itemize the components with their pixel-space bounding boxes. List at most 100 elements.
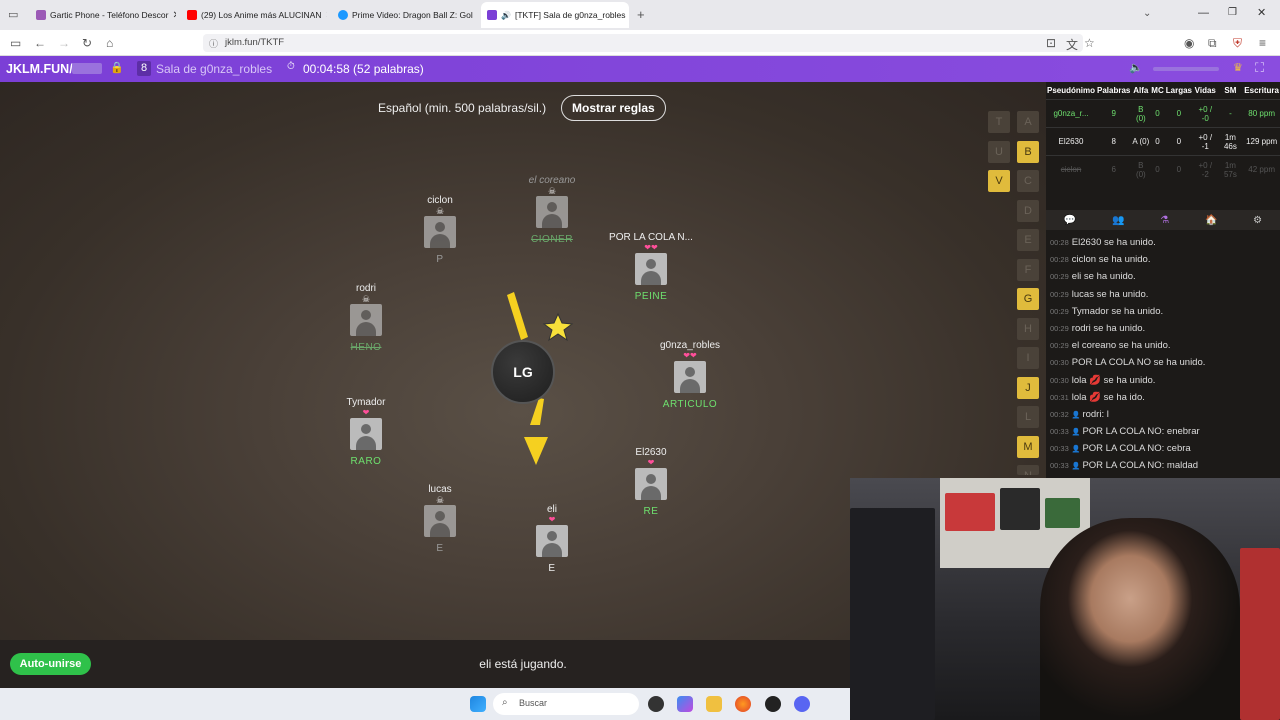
windows-start-icon[interactable] <box>470 696 486 712</box>
youtube-favicon-icon <box>187 10 197 20</box>
minimize-button[interactable]: — <box>1198 7 1209 19</box>
home-icon[interactable]: ⌂ <box>106 36 113 50</box>
avatar <box>674 361 706 393</box>
sidebar-toggle-icon[interactable]: ▭ <box>10 36 21 50</box>
url-field[interactable]: ⓘ jklm.fun/TKTF <box>203 34 1083 52</box>
bomb-syllable: LG <box>491 340 555 404</box>
show-rules-button[interactable]: Mostrar reglas <box>561 95 666 121</box>
browser-tab-prime[interactable]: Prime Video: Dragon Ball Z: Gol ✕ <box>332 4 478 26</box>
cell: 0 <box>1164 155 1193 184</box>
chat-message: 00:32 👤 rodri: l <box>1046 406 1280 423</box>
lock-icon[interactable]: 🔒 <box>110 61 124 74</box>
side-panel: Pseudónimo Palabras Alfa MC Largas Vidas… <box>1046 82 1280 478</box>
app-icon[interactable] <box>648 696 664 712</box>
room-tab-icon[interactable]: 🏠 <box>1205 215 1217 226</box>
chat-timestamp: 00:28 <box>1050 238 1069 247</box>
lives-hearts: ❤ <box>548 515 556 524</box>
syllable-text: LG <box>513 364 533 380</box>
chat-text: El2630 se ha unido. <box>1071 237 1156 248</box>
chat-text: lola 💋 se ha ido. <box>1071 391 1145 403</box>
col-header[interactable]: Palabras <box>1096 82 1131 100</box>
player-word: PEINE <box>634 291 668 302</box>
bonus-letter: T <box>988 111 1010 133</box>
browser-tab-jklm[interactable]: 🔊 [TKTF] Sala de g0nza_robles ✕ <box>481 2 629 28</box>
file-explorer-icon[interactable] <box>706 696 722 712</box>
account-icon[interactable]: ◉ <box>1184 36 1194 50</box>
chat-text: POR LA COLA NO: cebra <box>1082 443 1191 455</box>
player-count-badge: 8 <box>137 61 151 76</box>
forward-button[interactable]: → <box>58 36 70 50</box>
player-word: HENO <box>350 342 382 353</box>
chat-text: ciclon se ha unido. <box>1071 254 1151 266</box>
reader-view-icon[interactable]: ⊡ <box>1046 36 1056 50</box>
new-tab-button[interactable]: + <box>637 7 645 22</box>
user-icon: 👤 <box>1071 411 1083 419</box>
chat-tab-icon[interactable]: 💬 <box>1064 215 1076 226</box>
cell: 42 ppm <box>1243 155 1280 184</box>
game-timer: 00:04:58 (52 palabras) <box>303 62 424 76</box>
url-text: jklm.fun/TKTF <box>225 37 285 48</box>
taskbar-search[interactable]: ⌕ Buscar <box>493 693 639 715</box>
site-logo[interactable]: JKLM.FUN/ <box>6 62 73 76</box>
col-header[interactable]: Pseudónimo <box>1046 82 1096 100</box>
scoreboard-table: Pseudónimo Palabras Alfa MC Largas Vidas… <box>1046 82 1280 184</box>
back-button[interactable]: ← <box>34 36 46 50</box>
chat-timestamp: 00:29 <box>1050 306 1069 316</box>
volume-icon[interactable]: 🔈 <box>1129 61 1143 74</box>
ublock-shield-icon[interactable]: ⛨ <box>1233 36 1242 51</box>
players-tab-icon[interactable]: 👥 <box>1112 215 1124 226</box>
chat-timestamp: 00:30 <box>1050 358 1069 368</box>
maximize-button[interactable]: ❐ <box>1228 7 1237 18</box>
col-header[interactable]: Largas <box>1165 82 1193 100</box>
chat-text: POR LA COLA NO: enebrar <box>1082 426 1200 438</box>
chat-text: lola 💋 se ha unido. <box>1071 374 1156 386</box>
player-word: ARTICULO <box>662 399 718 410</box>
col-header[interactable]: MC <box>1150 82 1164 100</box>
col-header[interactable]: Vidas <box>1193 82 1218 100</box>
chat-message: 00:29 rodri se ha unido. <box>1046 320 1280 337</box>
rules-tab-icon[interactable]: ⚗ <box>1160 215 1169 226</box>
chat-timestamp: 00:29 <box>1050 323 1069 333</box>
cell: El2630 <box>1046 127 1097 156</box>
menu-icon[interactable]: ≡ <box>1259 36 1266 50</box>
cell: 0 <box>1164 127 1193 156</box>
fullscreen-icon[interactable]: ⛶ <box>1255 60 1264 76</box>
close-window-button[interactable]: ✕ <box>1257 6 1266 19</box>
address-toolbar: ▭ ← → ↻ ⌂ ⓘ jklm.fun/TKTF ⊡ 文 ☆ ◉ ⧉ ⛨ ≡ <box>0 30 1280 56</box>
player-word: RARO <box>350 456 382 467</box>
browser-tab-youtube[interactable]: (29) Los Anime más ALUCINAN ✕ <box>181 4 327 26</box>
browser-tab-gartic[interactable]: Gartic Phone - Teléfono Descor ✕ <box>30 4 176 26</box>
volume-slider[interactable] <box>1153 67 1219 71</box>
close-icon[interactable]: ✕ <box>172 10 176 21</box>
bookmark-star-icon[interactable]: ☆ <box>1084 36 1095 50</box>
chat-text: eli se ha unido. <box>1071 271 1136 283</box>
tab-label: [TKTF] Sala de g0nza_robles <box>514 10 626 20</box>
chat-text: lucas se ha unido. <box>1071 288 1149 300</box>
translate-icon[interactable]: 文 <box>1066 36 1078 53</box>
tab-overview-icon[interactable]: ▭ <box>8 8 18 21</box>
firefox-icon[interactable] <box>735 696 751 712</box>
stopwatch-icon: ⏱ <box>287 61 295 72</box>
copilot-icon[interactable] <box>677 696 693 712</box>
lives-hearts: ❤ <box>647 458 655 467</box>
settings-gear-icon[interactable]: ⚙ <box>1253 215 1262 226</box>
bonus-letter: E <box>1017 229 1039 251</box>
col-header[interactable]: Escritura <box>1243 82 1280 100</box>
tab-list-chevron-icon[interactable]: ⌄ <box>1143 8 1151 19</box>
extensions-icon[interactable]: ⧉ <box>1208 36 1217 51</box>
col-header[interactable]: SM <box>1218 82 1244 100</box>
col-header[interactable]: Alfa <box>1131 82 1150 100</box>
reload-button[interactable]: ↻ <box>82 36 92 50</box>
chat-text: Tymador se ha unido. <box>1071 305 1164 317</box>
lives-hearts: ❤❤ <box>683 351 697 360</box>
discord-icon[interactable] <box>794 696 810 712</box>
chat-message: 00:29 el coreano se ha unido. <box>1046 337 1280 354</box>
crown-icon[interactable]: ♛ <box>1233 61 1243 74</box>
app-icon[interactable] <box>765 696 781 712</box>
bonus-letter: N <box>1017 465 1039 475</box>
scoreboard-header: Pseudónimo Palabras Alfa MC Largas Vidas… <box>1046 82 1280 100</box>
site-info-icon[interactable]: ⓘ <box>209 37 218 50</box>
close-icon[interactable]: ✕ <box>477 10 478 21</box>
close-icon[interactable]: ✕ <box>325 10 327 21</box>
search-placeholder: Buscar <box>519 698 548 708</box>
